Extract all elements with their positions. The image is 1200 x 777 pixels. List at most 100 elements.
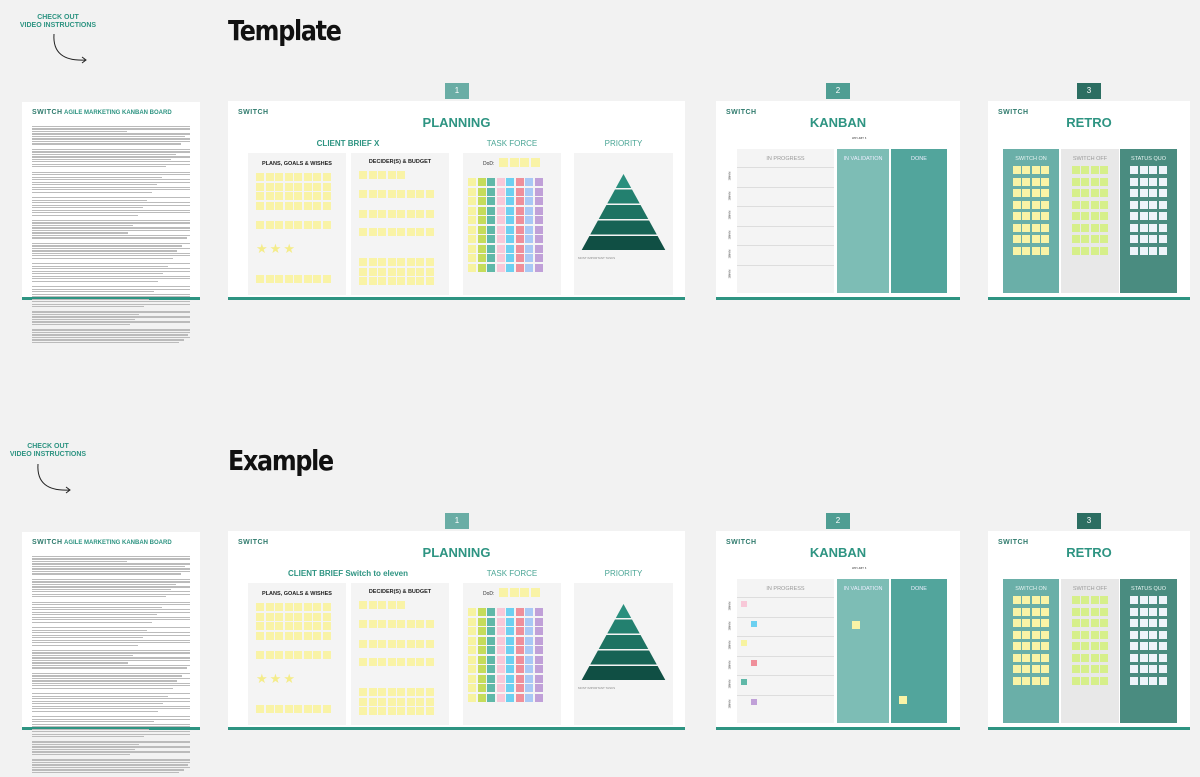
sticky-note[interactable]	[515, 646, 524, 654]
sticky-note[interactable]	[1158, 607, 1167, 616]
sticky-note[interactable]	[468, 646, 476, 654]
sticky-note[interactable]	[506, 646, 514, 654]
sticky-note[interactable]	[496, 216, 505, 224]
sticky-note[interactable]	[487, 627, 495, 635]
sticky-note[interactable]	[378, 210, 386, 218]
sticky-note[interactable]	[425, 620, 434, 628]
sticky-note[interactable]	[1071, 223, 1080, 232]
sticky-note[interactable]	[468, 216, 476, 224]
sticky-note[interactable]	[534, 235, 543, 243]
sticky-note[interactable]	[397, 267, 405, 276]
sticky-note[interactable]	[406, 277, 415, 285]
sticky-note[interactable]	[1158, 223, 1167, 232]
star-icon[interactable]: ★	[256, 241, 270, 256]
sticky-note[interactable]	[1100, 166, 1109, 174]
sticky-note[interactable]	[387, 228, 396, 236]
sticky-note[interactable]	[416, 277, 424, 285]
sticky-note[interactable]	[397, 697, 405, 706]
sticky-note[interactable]	[1071, 596, 1080, 604]
sticky-note[interactable]	[1041, 653, 1050, 662]
sticky-note[interactable]	[1031, 235, 1040, 243]
sticky-note[interactable]	[416, 697, 424, 706]
sticky-note[interactable]	[1081, 189, 1090, 197]
sticky-note[interactable]	[322, 631, 331, 640]
sticky-note[interactable]	[378, 640, 386, 648]
sticky-note[interactable]	[1081, 596, 1090, 604]
sticky-note[interactable]	[468, 178, 476, 186]
sticky-note[interactable]	[1100, 200, 1109, 209]
sticky-note[interactable]	[1012, 676, 1021, 685]
sticky-note[interactable]	[275, 612, 283, 621]
sticky-note[interactable]	[284, 173, 293, 181]
sticky-note[interactable]	[1090, 189, 1099, 197]
sticky-note[interactable]	[1012, 665, 1021, 673]
sticky-note[interactable]	[1022, 189, 1031, 197]
sticky-note[interactable]	[416, 688, 424, 696]
sticky-note[interactable]	[487, 684, 495, 692]
kanban-frame[interactable]: SWITCH KANBAN WIP LIMIT: 6 IN PROGRESS NAME N…	[716, 101, 960, 300]
sticky-note[interactable]	[378, 658, 386, 666]
sticky-note[interactable]	[1071, 630, 1080, 639]
sticky-note[interactable]	[496, 608, 505, 616]
sticky-note[interactable]	[313, 603, 321, 611]
sticky-note[interactable]	[294, 603, 302, 611]
sticky-note[interactable]	[477, 216, 486, 224]
retro-frame[interactable]: SWITCH RETRO SWITCH ON SWITCH OFF STATUS QUO	[988, 101, 1190, 300]
sticky-note[interactable]	[477, 197, 486, 205]
sticky-note[interactable]	[1130, 596, 1139, 604]
sticky-note[interactable]	[303, 631, 312, 640]
sticky-note[interactable]	[534, 187, 543, 196]
sticky-note[interactable]	[1090, 235, 1099, 243]
sticky-note[interactable]	[368, 210, 377, 218]
sticky-note[interactable]	[515, 608, 524, 616]
sticky-note[interactable]	[322, 173, 331, 181]
sticky-note[interactable]	[1100, 676, 1109, 685]
sticky-note[interactable]	[499, 588, 508, 597]
sticky-note[interactable]	[416, 267, 424, 276]
sticky-note[interactable]	[525, 684, 533, 692]
sticky-note[interactable]	[1022, 607, 1031, 616]
sticky-note[interactable]	[275, 631, 283, 640]
sticky-note[interactable]	[468, 254, 476, 262]
sticky-note[interactable]	[265, 173, 274, 181]
sticky-note[interactable]	[477, 693, 486, 702]
sticky-note[interactable]	[1081, 246, 1090, 255]
sticky-note[interactable]	[1031, 246, 1040, 255]
sticky-note[interactable]	[468, 636, 476, 645]
task-card[interactable]	[751, 698, 757, 705]
sticky-note[interactable]	[378, 707, 386, 715]
sticky-note[interactable]	[477, 655, 486, 664]
sticky-note[interactable]	[496, 197, 505, 205]
sticky-note[interactable]	[256, 612, 264, 621]
star-icon[interactable]: ★	[283, 241, 297, 256]
sticky-note[interactable]	[506, 254, 514, 262]
sticky-note[interactable]	[899, 696, 907, 704]
sticky-note[interactable]	[256, 622, 264, 630]
sticky-note[interactable]	[506, 216, 514, 224]
sticky-note[interactable]	[265, 622, 274, 630]
sticky-note[interactable]	[416, 210, 424, 218]
sticky-note[interactable]	[1158, 177, 1167, 186]
sticky-note[interactable]	[303, 622, 312, 630]
sticky-note[interactable]	[313, 182, 321, 191]
sticky-note[interactable]	[256, 651, 264, 659]
sticky-note[interactable]	[1149, 619, 1158, 627]
sticky-note[interactable]	[1158, 642, 1167, 650]
sticky-note[interactable]	[294, 201, 302, 210]
sticky-note[interactable]	[1022, 223, 1031, 232]
sticky-note[interactable]	[1090, 246, 1099, 255]
sticky-note[interactable]	[425, 688, 434, 696]
video-instructions-link[interactable]: CHECK OUT VIDEO INSTRUCTIONS	[8, 443, 88, 459]
sticky-note[interactable]	[1031, 630, 1040, 639]
sticky-note[interactable]	[322, 705, 331, 713]
sticky-note[interactable]	[284, 603, 293, 611]
sticky-note[interactable]	[1139, 642, 1148, 650]
sticky-note[interactable]	[359, 258, 367, 266]
sticky-note[interactable]	[477, 665, 486, 673]
sticky-note[interactable]	[1012, 653, 1021, 662]
sticky-note[interactable]	[406, 688, 415, 696]
sticky-note[interactable]	[359, 267, 367, 276]
sticky-note[interactable]	[1031, 653, 1040, 662]
sticky-note[interactable]	[487, 216, 495, 224]
sticky-note[interactable]	[515, 197, 524, 205]
